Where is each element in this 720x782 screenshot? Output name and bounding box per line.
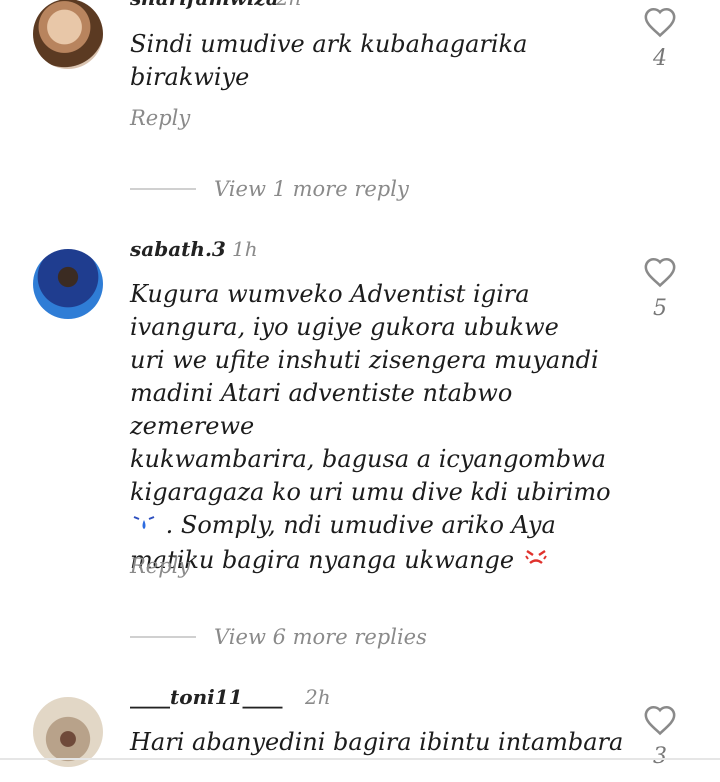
comment-time: 2h	[276, 0, 302, 10]
comment-text-line: . Somply, ndi umudive ariko Aya	[165, 511, 556, 539]
comment-username[interactable]: ____toni11____	[130, 685, 283, 709]
like-heart-icon[interactable]	[643, 256, 677, 288]
reply-button[interactable]: Reply	[130, 554, 190, 578]
avatar[interactable]	[33, 697, 103, 767]
comment-time: 1h	[232, 237, 258, 261]
comment-text-line: kigaragaza ko uri umu dive kdi ubirimo	[130, 478, 611, 506]
like-count: 4	[653, 46, 667, 71]
comment-text-line: ivangura, iyo ugiye gukora ubukwe	[130, 313, 559, 341]
divider-line	[130, 188, 196, 190]
like-heart-icon[interactable]	[643, 704, 677, 736]
view-more-label[interactable]: View 1 more reply	[214, 177, 409, 201]
reply-button[interactable]: Reply	[130, 106, 190, 130]
comment-text-line: uri we ufite inshuti zisengera muyandi	[130, 346, 599, 374]
comment-time: 2h	[305, 685, 331, 709]
comment-text-line: madini Atari adventiste ntabwo zemerewe	[130, 379, 513, 440]
comment-text: Kugura wumveko Adventist igira ivangura,…	[130, 278, 630, 579]
avatar[interactable]	[33, 0, 103, 69]
view-more-replies[interactable]: View 6 more replies	[130, 622, 427, 652]
comment-text-line: kukwambarira, bagusa a icyangombwa	[130, 445, 606, 473]
comment-username[interactable]: sabath.3	[130, 237, 226, 261]
view-more-replies[interactable]: View 1 more reply	[130, 174, 409, 204]
comment-text-line: Kugura wumveko Adventist igira	[130, 280, 530, 308]
like-count: 3	[653, 744, 667, 769]
comment-username[interactable]: sharifamwiza	[130, 0, 279, 10]
bottom-divider	[0, 758, 720, 760]
avatar[interactable]	[33, 249, 103, 319]
divider-line	[130, 636, 196, 638]
view-more-label[interactable]: View 6 more replies	[214, 625, 427, 649]
like-count: 5	[653, 296, 667, 321]
comment-text: Sindi umudive ark kubahagarika birakwiye	[130, 30, 528, 91]
comment-text: Hari abanyedini bagira ibintu intambara	[130, 728, 624, 756]
angry-face-emoji	[522, 544, 550, 579]
like-heart-icon[interactable]	[643, 6, 677, 38]
crying-face-emoji	[130, 509, 158, 544]
